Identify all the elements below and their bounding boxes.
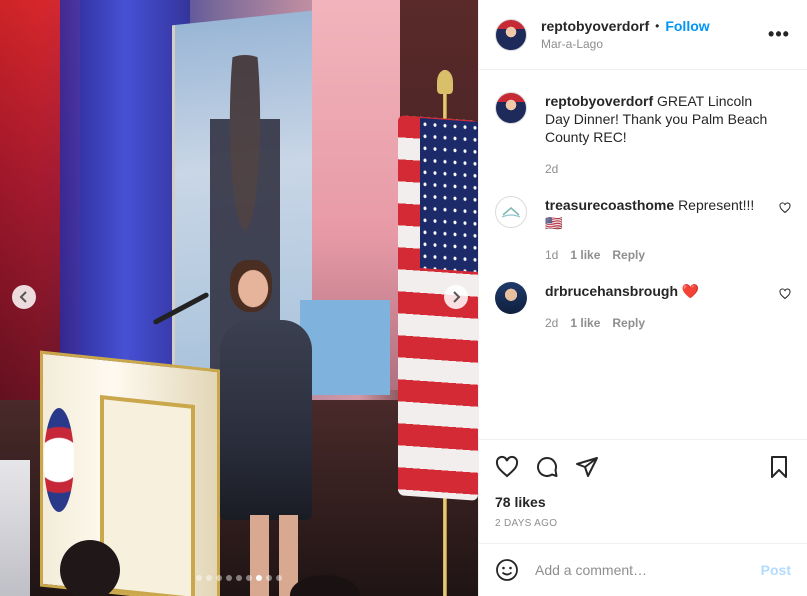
chevron-right-icon	[453, 291, 461, 303]
slide-indicator	[0, 575, 478, 581]
chevron-left-icon	[19, 291, 27, 303]
save-bookmark-icon[interactable]	[767, 455, 791, 479]
event-photo	[0, 0, 478, 596]
next-slide-button[interactable]	[444, 285, 468, 309]
emoji-icon[interactable]	[495, 558, 519, 582]
flag-finial	[437, 70, 453, 94]
audience-member	[60, 540, 120, 596]
comment-bubble-icon[interactable]	[535, 455, 559, 479]
post-date[interactable]: 2 DAYS AGO	[495, 518, 791, 543]
comment-username[interactable]: drbrucehansbrough	[545, 283, 678, 299]
action-icons	[495, 452, 791, 482]
avatar[interactable]	[495, 92, 527, 124]
comment-body: treasurecoasthome Represent!!! 🇺🇸 1d 1 l…	[545, 196, 791, 264]
post-comment-button[interactable]: Post	[761, 562, 791, 578]
likes-count[interactable]: 78 likes	[495, 494, 791, 510]
comment-body: drbrucehansbrough ❤️ 2d 1 like Reply	[545, 282, 791, 332]
comments-section: reptobyoverdorf GREAT Lincoln Day Dinner…	[479, 70, 807, 439]
comment-meta: 1d 1 like Reply	[545, 246, 769, 264]
speaker-head	[230, 260, 272, 312]
comment-likes[interactable]: 1 like	[570, 246, 600, 264]
post-photo[interactable]	[0, 0, 478, 596]
like-comment-heart-icon[interactable]	[779, 288, 791, 300]
comment-username[interactable]: treasurecoasthome	[545, 197, 674, 213]
slide-dot	[226, 575, 232, 581]
flag-stars	[420, 117, 478, 273]
share-paper-plane-icon[interactable]	[575, 455, 599, 479]
comment-time[interactable]: 2d	[545, 314, 558, 332]
like-comment-heart-icon[interactable]	[779, 202, 791, 214]
slide-dot	[236, 575, 242, 581]
caption: reptobyoverdorf GREAT Lincoln Day Dinner…	[495, 92, 791, 178]
more-options-icon[interactable]: •••	[767, 24, 791, 45]
comment-text: ❤️	[681, 283, 700, 299]
avatar[interactable]	[495, 196, 527, 228]
caption-body: reptobyoverdorf GREAT Lincoln Day Dinner…	[545, 92, 791, 178]
comment-likes[interactable]: 1 like	[570, 314, 600, 332]
comment-meta: 2d 1 like Reply	[545, 314, 769, 332]
slide-dot	[216, 575, 222, 581]
slide-dot	[266, 575, 272, 581]
post-username[interactable]: reptobyoverdorf	[541, 17, 649, 35]
previous-slide-button[interactable]	[12, 285, 36, 309]
instagram-post: reptobyoverdorf • Follow Mar-a-Lago ••• …	[0, 0, 807, 596]
reply-button[interactable]: Reply	[612, 314, 645, 332]
reply-button[interactable]: Reply	[612, 246, 645, 264]
comment-item: drbrucehansbrough ❤️ 2d 1 like Reply	[495, 282, 791, 332]
post-header: reptobyoverdorf • Follow Mar-a-Lago •••	[479, 0, 807, 70]
post-location[interactable]: Mar-a-Lago	[541, 35, 767, 53]
separator-dot: •	[655, 18, 660, 33]
follow-button[interactable]: Follow	[665, 17, 709, 35]
avatar[interactable]	[495, 282, 527, 314]
slide-dot	[276, 575, 282, 581]
caption-time[interactable]: 2d	[545, 160, 558, 178]
slide-dot	[206, 575, 212, 581]
header-row: reptobyoverdorf • Follow	[541, 17, 767, 35]
header-text: reptobyoverdorf • Follow Mar-a-Lago	[541, 17, 767, 53]
house-logo-icon	[501, 207, 521, 218]
podium-seal	[44, 408, 74, 512]
speaker-legs	[250, 515, 298, 596]
caption-username[interactable]: reptobyoverdorf	[545, 93, 653, 109]
slide-dot	[256, 575, 262, 581]
add-comment-bar: Post	[479, 543, 807, 596]
comment-time[interactable]: 1d	[545, 246, 558, 264]
comment-input[interactable]	[535, 562, 761, 578]
comment-item: treasurecoasthome Represent!!! 🇺🇸 1d 1 l…	[495, 196, 791, 264]
slide-dot	[246, 575, 252, 581]
avatar[interactable]	[495, 18, 527, 51]
caption-meta: 2d	[545, 160, 769, 178]
post-side-panel: reptobyoverdorf • Follow Mar-a-Lago ••• …	[478, 0, 807, 596]
stage-panel	[300, 300, 390, 395]
post-actions: 78 likes 2 DAYS AGO	[479, 439, 807, 543]
speaker-body	[220, 320, 312, 520]
like-heart-icon[interactable]	[495, 455, 519, 479]
slide-dot	[196, 575, 202, 581]
